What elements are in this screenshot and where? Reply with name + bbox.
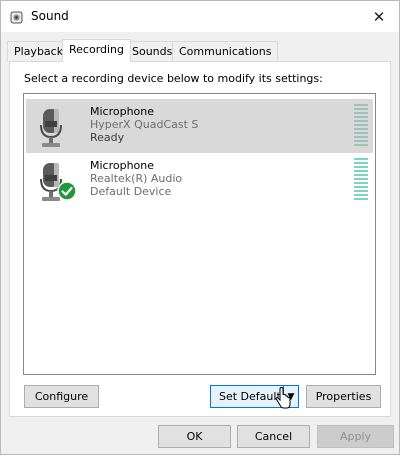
configure-button[interactable]: Configure <box>24 385 99 408</box>
recording-panel: Select a recording device below to modif… <box>9 61 391 417</box>
set-default-label: Set Default <box>219 390 281 403</box>
device-driver: Realtek(R) Audio <box>90 172 183 185</box>
device-name: Microphone <box>90 105 155 118</box>
properties-button[interactable]: Properties <box>306 385 381 408</box>
default-check-icon <box>57 181 77 201</box>
tab-playback[interactable]: Playback <box>7 41 71 61</box>
device-driver: HyperX QuadCast S <box>90 118 199 131</box>
tab-communications[interactable]: Communications <box>172 41 279 61</box>
speaker-icon <box>10 11 23 24</box>
tab-recording[interactable]: Recording <box>62 39 132 62</box>
title-bar: Sound ✕ <box>1 1 399 32</box>
level-meter <box>354 158 368 202</box>
cancel-button[interactable]: Cancel <box>237 425 310 448</box>
hand-cursor-icon <box>275 387 291 409</box>
ok-button[interactable]: OK <box>158 425 231 448</box>
device-name: Microphone <box>90 159 155 172</box>
level-meter <box>354 104 368 148</box>
close-icon: ✕ <box>372 7 386 26</box>
device-item-hyperx[interactable]: Microphone HyperX QuadCast S Ready <box>26 99 373 153</box>
microphone-icon <box>40 109 62 147</box>
close-button[interactable]: ✕ <box>359 1 399 32</box>
window-title: Sound <box>31 9 69 23</box>
sound-dialog: Sound ✕ Playback Recording Sounds Commun… <box>0 0 400 455</box>
apply-button[interactable]: Apply <box>317 425 394 448</box>
device-status: Ready <box>90 131 125 144</box>
instruction-text: Select a recording device below to modif… <box>24 72 323 85</box>
device-item-realtek[interactable]: Microphone Realtek(R) Audio Default Devi… <box>26 153 373 207</box>
device-status: Default Device <box>90 185 172 198</box>
device-list[interactable]: Microphone HyperX QuadCast S Ready Micro… <box>23 93 376 375</box>
